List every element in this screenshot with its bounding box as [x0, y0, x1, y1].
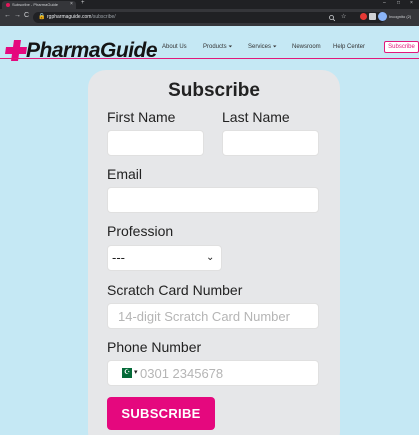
pakistan-flag-icon[interactable]: ☪ — [118, 368, 132, 378]
lock-icon: 🔒 — [38, 14, 46, 20]
last-name-input[interactable] — [222, 130, 319, 156]
chevron-down-icon: ⏷ — [228, 44, 233, 50]
new-tab-button[interactable]: + — [81, 0, 85, 6]
subscribe-nav-button[interactable]: Subscribe — [384, 41, 419, 53]
nav-services[interactable]: Services ⏷ — [248, 44, 277, 50]
last-name-label: Last Name — [222, 109, 290, 125]
forward-icon[interactable]: → — [14, 12, 21, 19]
url-text: rgpharmaguide.com/subscribe/ — [47, 14, 116, 20]
nav-products[interactable]: Products ⏷ — [203, 44, 232, 50]
minimize-icon[interactable]: – — [383, 0, 386, 6]
close-window-icon[interactable]: × — [410, 0, 413, 6]
nav-help-center[interactable]: Help Center — [333, 44, 365, 50]
tab-title: Subscribe - PharmaGuide — [12, 2, 59, 7]
scratch-card-label: Scratch Card Number — [107, 282, 243, 298]
back-icon[interactable]: ← — [4, 12, 11, 19]
form-title: Subscribe — [168, 80, 260, 101]
incognito-avatar-icon[interactable] — [378, 12, 387, 21]
browser-tab-bar: Subscribe - PharmaGuide × + – □ × — [0, 0, 419, 9]
chevron-down-icon[interactable]: ▾ — [134, 368, 138, 376]
nav-newsroom[interactable]: Newsroom — [292, 44, 321, 50]
chevron-down-icon: ⌄ — [206, 252, 215, 263]
puzzle-icon[interactable] — [369, 13, 376, 20]
search-icon[interactable] — [329, 15, 335, 21]
profile-label: Incognito (2) — [389, 14, 412, 19]
email-input[interactable] — [107, 187, 319, 213]
favicon-icon — [6, 3, 10, 7]
subscribe-button[interactable]: SUBSCRIBE — [107, 397, 215, 430]
profession-select[interactable]: --- ⌄ — [107, 245, 222, 271]
phone-input[interactable]: ☪ ▾ 0301 2345678 — [107, 360, 319, 386]
extension-icon[interactable] — [360, 13, 367, 20]
url-input[interactable]: 🔒 rgpharmaguide.com/subscribe/ ☆ — [33, 12, 385, 23]
logo-text[interactable]: PharmaGuide — [26, 39, 158, 63]
browser-tab[interactable]: Subscribe - PharmaGuide × — [2, 1, 76, 9]
header-divider — [0, 58, 419, 59]
maximize-icon[interactable]: □ — [397, 0, 400, 6]
star-icon[interactable]: ☆ — [341, 13, 346, 20]
phone-label: Phone Number — [107, 339, 202, 355]
email-label: Email — [107, 166, 143, 182]
profession-label: Profession — [107, 223, 174, 239]
profession-value: --- — [112, 250, 125, 265]
reload-icon[interactable]: C — [24, 12, 29, 19]
scratch-card-input[interactable]: 14-digit Scratch Card Number — [107, 303, 319, 329]
scratch-card-placeholder: 14-digit Scratch Card Number — [118, 309, 290, 324]
address-bar: ← → C 🔒 rgpharmaguide.com/subscribe/ ☆ I… — [0, 9, 419, 26]
first-name-input[interactable] — [107, 130, 204, 156]
chevron-down-icon: ⏷ — [272, 44, 277, 50]
first-name-label: First Name — [107, 109, 176, 125]
tab-close-icon[interactable]: × — [70, 1, 73, 7]
nav-about-us[interactable]: About Us — [162, 44, 187, 50]
phone-placeholder: 0301 2345678 — [140, 366, 224, 381]
